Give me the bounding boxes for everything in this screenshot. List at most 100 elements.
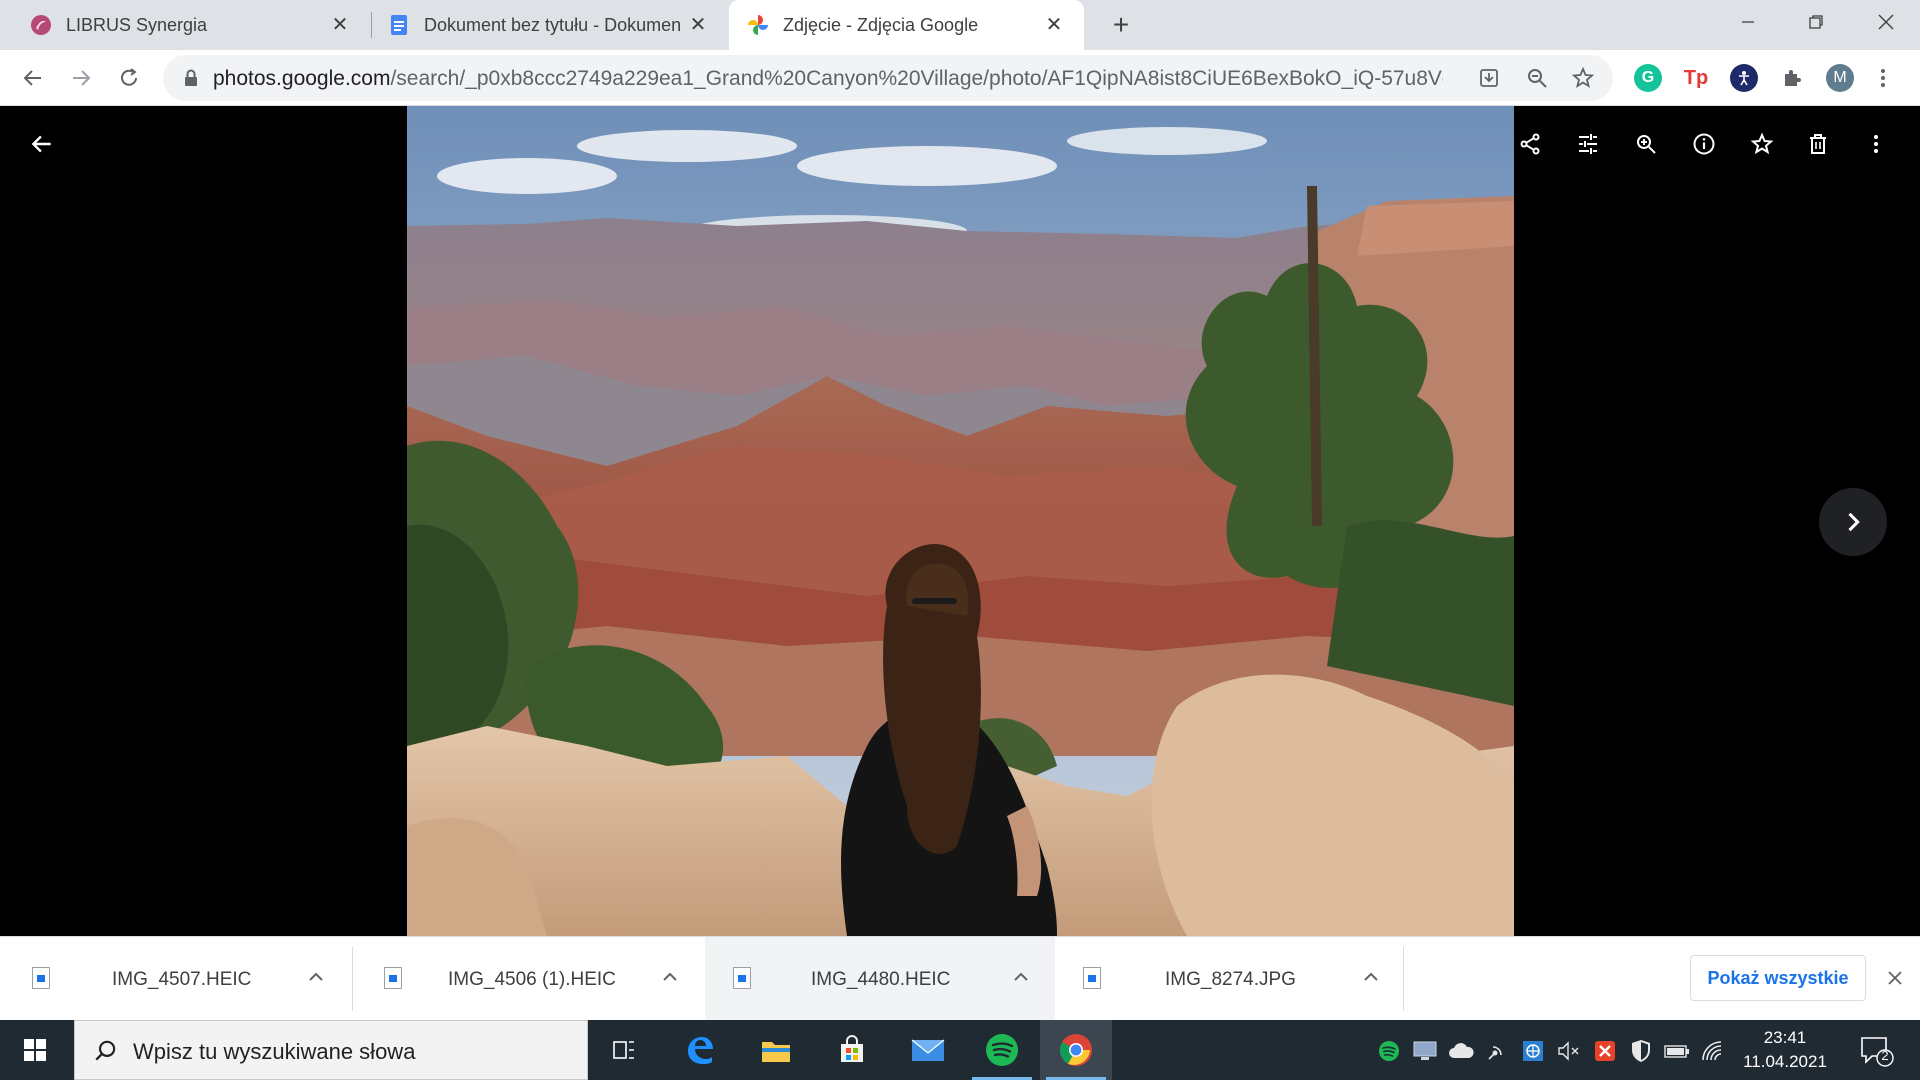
chrome-app[interactable] — [1040, 1020, 1112, 1080]
download-filename: IMG_4507.HEIC — [112, 969, 252, 990]
battery-tray-icon[interactable] — [1664, 1038, 1690, 1064]
monitor-icon — [1413, 1041, 1437, 1060]
edit-button[interactable] — [1568, 124, 1608, 164]
app-tray-icon[interactable] — [1520, 1038, 1546, 1064]
show-all-downloads-button[interactable]: Pokaż wszystkie — [1690, 955, 1866, 1001]
delete-button[interactable] — [1798, 124, 1838, 164]
tab-docs[interactable]: Dokument bez tytułu - Dokumen ✕ — [372, 0, 728, 50]
close-tab-icon[interactable]: ✕ — [1042, 13, 1066, 37]
store-app[interactable] — [816, 1020, 888, 1080]
close-icon — [1888, 971, 1902, 985]
chevron-right-icon — [1848, 512, 1860, 532]
accessibility-extension-icon[interactable] — [1730, 64, 1758, 92]
chevron-up-icon[interactable] — [304, 965, 328, 989]
install-app-icon[interactable] — [1477, 66, 1501, 90]
google-docs-icon — [391, 15, 407, 35]
zoom-button[interactable] — [1626, 124, 1666, 164]
tune-icon — [1579, 134, 1597, 154]
share-button[interactable] — [1510, 124, 1550, 164]
task-view-icon — [613, 1041, 634, 1059]
action-center-button[interactable]: 2 — [1856, 1032, 1896, 1070]
download-item[interactable]: IMG_4480.HEIC — [705, 937, 1055, 1021]
bookmark-star-icon[interactable] — [1571, 66, 1595, 90]
chevron-up-icon[interactable] — [658, 965, 682, 989]
back-button[interactable] — [16, 61, 50, 95]
address-bar[interactable]: photos.google.com/search/_p0xb8ccc2749a2… — [163, 55, 1613, 101]
edge-app[interactable] — [664, 1020, 736, 1080]
wifi-tray-icon[interactable] — [1700, 1038, 1726, 1064]
volume-muted-icon — [1558, 1041, 1579, 1061]
start-button[interactable] — [0, 1020, 70, 1080]
chevron-up-icon[interactable] — [1359, 965, 1383, 989]
tab-photos[interactable]: Zdjęcie - Zdjęcia Google ✕ — [729, 0, 1084, 50]
mail-app[interactable] — [892, 1020, 964, 1080]
search-placeholder: Wpisz tu wyszukiwane słowa — [133, 1039, 416, 1064]
lock-icon[interactable] — [179, 66, 203, 90]
spotify-icon — [986, 1034, 1018, 1066]
task-view-button[interactable] — [588, 1020, 660, 1080]
zoom-in-icon — [1637, 135, 1656, 154]
zoom-out-icon[interactable] — [1525, 66, 1549, 90]
url-text[interactable]: photos.google.com/search/_p0xb8ccc2749a2… — [213, 67, 1443, 91]
forward-button[interactable] — [64, 61, 98, 95]
more-vert-icon — [1881, 69, 1885, 87]
download-item[interactable]: IMG_4507.HEIC — [0, 937, 350, 1021]
restore-icon — [1809, 15, 1823, 29]
photo[interactable] — [407, 106, 1514, 936]
new-tab-button[interactable]: + — [1107, 11, 1135, 40]
battery-charging-icon — [1664, 1045, 1689, 1058]
chevron-up-icon[interactable] — [1009, 965, 1033, 989]
display-tray-icon[interactable] — [1412, 1038, 1438, 1064]
minimize-icon — [1742, 21, 1754, 23]
grammarly-extension-icon[interactable]: G — [1634, 64, 1662, 92]
url-path: /search/_p0xb8ccc2749a229ea1_Grand%20Can… — [390, 67, 1443, 90]
close-downloads-bar-button[interactable] — [1880, 963, 1910, 993]
extensions-button[interactable] — [1778, 64, 1806, 92]
tp-extension-icon[interactable]: Tp — [1682, 64, 1710, 92]
more-vert-icon — [1874, 135, 1878, 153]
x-app-icon — [1595, 1041, 1615, 1061]
file-explorer-app[interactable] — [740, 1020, 812, 1080]
notification-icon — [1861, 1037, 1894, 1067]
browser-menu-button[interactable] — [1866, 61, 1900, 95]
info-button[interactable] — [1684, 124, 1724, 164]
download-item[interactable]: IMG_4506 (1).HEIC — [354, 937, 704, 1021]
image-file-icon — [32, 967, 50, 989]
download-filename: IMG_4506 (1).HEIC — [448, 969, 616, 990]
tab-strip: LIBRUS Synergia ✕ Dokument bez tytułu - … — [0, 0, 1920, 50]
volume-tray-icon[interactable] — [1556, 1038, 1582, 1064]
librus-icon — [31, 15, 51, 35]
taskbar-search-box[interactable]: Wpisz tu wyszukiwane słowa — [74, 1020, 588, 1080]
system-clock[interactable]: 23:41 11.04.2021 — [1740, 1026, 1830, 1074]
reload-icon — [121, 68, 137, 86]
xampp-tray-icon[interactable] — [1592, 1038, 1618, 1064]
clock-time: 23:41 — [1763, 1028, 1807, 1047]
favorite-button[interactable] — [1742, 124, 1782, 164]
spotify-app[interactable] — [966, 1020, 1038, 1080]
download-filename: IMG_4480.HEIC — [811, 969, 951, 990]
security-tray-icon[interactable] — [1628, 1038, 1654, 1064]
minimize-button[interactable] — [1718, 0, 1778, 44]
grand-canyon-photo — [407, 106, 1514, 936]
next-photo-button[interactable] — [1819, 488, 1887, 556]
more-options-button[interactable] — [1856, 124, 1896, 164]
reload-button[interactable] — [112, 61, 146, 95]
onedrive-tray-icon[interactable] — [1448, 1038, 1474, 1064]
network-tray-icon[interactable] — [1484, 1038, 1510, 1064]
download-item[interactable]: IMG_8274.JPG — [1055, 937, 1405, 1021]
restore-button[interactable] — [1786, 0, 1846, 44]
spotify-tray-icon[interactable] — [1376, 1038, 1402, 1064]
profile-avatar[interactable]: M — [1826, 64, 1854, 92]
wifi-icon — [1702, 1041, 1722, 1061]
clock-date: 11.04.2021 — [1743, 1052, 1827, 1071]
close-tab-icon[interactable]: ✕ — [686, 13, 710, 37]
tab-title: Zdjęcie - Zdjęcia Google — [783, 14, 979, 35]
tab-title: Dokument bez tytułu - Dokumen — [424, 14, 682, 35]
url-host: photos.google.com — [213, 67, 391, 90]
person-icon — [1739, 71, 1749, 86]
close-window-button[interactable] — [1856, 0, 1916, 44]
image-file-icon — [384, 967, 402, 989]
tab-librus[interactable]: LIBRUS Synergia ✕ — [0, 0, 370, 50]
close-tab-icon[interactable]: ✕ — [328, 13, 352, 37]
back-to-album-button[interactable] — [22, 124, 62, 164]
